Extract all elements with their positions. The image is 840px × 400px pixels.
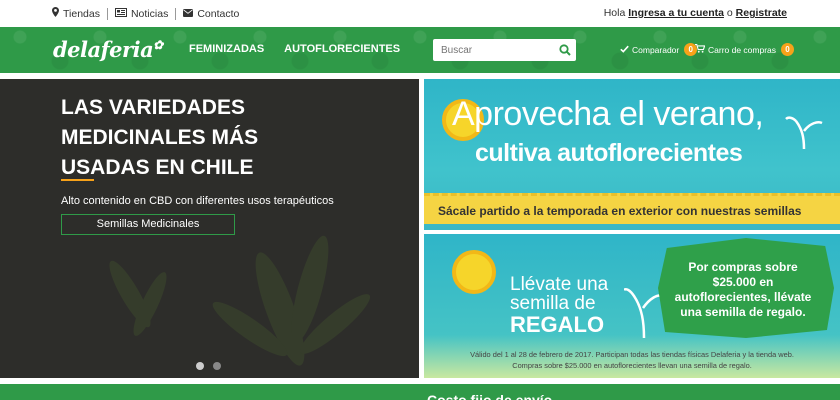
divider [175,7,177,20]
envelope-icon [183,8,194,20]
cart-count-badge: 0 [781,43,795,56]
register-link[interactable]: Registrate [736,7,787,19]
cart-button[interactable]: Carro de compras 0 [695,43,795,56]
greeting-text: Hola [603,7,626,19]
banner1-subheadline: cultiva autoflorecientes [475,139,743,167]
fine-print: Válido del 1 al 28 de febrero de 2017. P… [428,349,836,371]
stores-label: Tiendas [63,7,100,20]
slider-dot-2[interactable] [213,362,221,370]
news-label: Noticias [130,7,169,20]
site-logo[interactable]: delaferia✿ [53,37,163,62]
summer-autoflowering-banner[interactable]: Aprovecha el verano, cultiva autofloreci… [424,79,840,230]
cart-icon [695,44,706,55]
utility-links: Tiendas Noticias Contacto [52,7,239,20]
hero-title: LAS VARIEDADES MEDICINALES MÁS USADAS EN… [61,96,259,179]
fine-print-line2: Compras sobre $25.000 en autofloreciente… [512,361,752,370]
banner1-bar: Sácale partido a la temporada en exterio… [424,193,840,224]
top-utility-bar: Tiendas Noticias Contacto Hola Ingresa a… [0,0,840,27]
slider-dots [196,362,221,370]
slider-dot-1[interactable] [196,362,204,370]
nav-feminizadas[interactable]: FEMINIZADAS [189,43,264,55]
news-link[interactable]: Noticias [114,7,169,20]
main-header: delaferia✿ FEMINIZADAS AUTOFLORECIENTES … [0,27,840,73]
banner2-line1: Llévate una semilla de [510,275,608,313]
fine-print-line1: Válido del 1 al 28 de febrero de 2017. P… [470,350,794,359]
banner1-bar-text: Sácale partido a la temporada en exterio… [438,204,802,218]
plant-icon [785,116,823,149]
stores-link[interactable]: Tiendas [52,7,100,20]
or-text: o [726,7,733,19]
gift-seed-banner[interactable]: Llévate una semilla de REGALO Por compra… [424,234,840,378]
hero-subtitle: Alto contenido en CBD con diferentes uso… [61,195,334,207]
shipping-text: Costo fijo de envío [427,392,553,400]
account-links: Hola Ingresa a tu cuenta o Registrate [604,7,787,19]
contact-label: Contacto [197,7,240,20]
check-icon [620,45,629,55]
search-box [433,39,576,61]
banner2-line1b: semilla de [510,293,596,314]
hero-slider[interactable]: LAS VARIEDADES MEDICINALES MÁS USADAS EN… [0,79,419,378]
logo-flower-icon: ✿ [153,38,163,52]
main-nav: FEMINIZADAS AUTOFLORECIENTES [189,43,400,55]
map-marker-icon [52,7,59,20]
contact-link[interactable]: Contacto [183,8,239,20]
sun-icon [452,250,496,294]
plant-icon [624,288,663,338]
shipping-strip: Costo fijo de envío [0,384,840,400]
search-icon[interactable] [559,43,571,61]
comparator-button[interactable]: Comparador 0 [620,43,698,56]
newspaper-icon [114,7,127,20]
login-link[interactable]: Ingresa a tu cuenta [628,7,724,19]
banner1-headline: Aprovecha el verano, [452,95,764,133]
cart-label: Carro de compras [708,44,777,55]
hero-divider [61,179,94,181]
divider [106,7,108,20]
banner2-line1a: Llévate una [510,274,609,295]
nav-autoflorecientes[interactable]: AUTOFLORECIENTES [284,43,400,55]
medicinal-seeds-button[interactable]: Semillas Medicinales [61,214,235,235]
banner2-regalo: REGALO [510,312,605,337]
comparator-label: Comparador [632,44,680,55]
promo-text: Por compras sobre $25.000 en autofloreci… [674,260,812,319]
search-input[interactable] [433,39,553,61]
logo-text: delaferia [53,37,154,62]
